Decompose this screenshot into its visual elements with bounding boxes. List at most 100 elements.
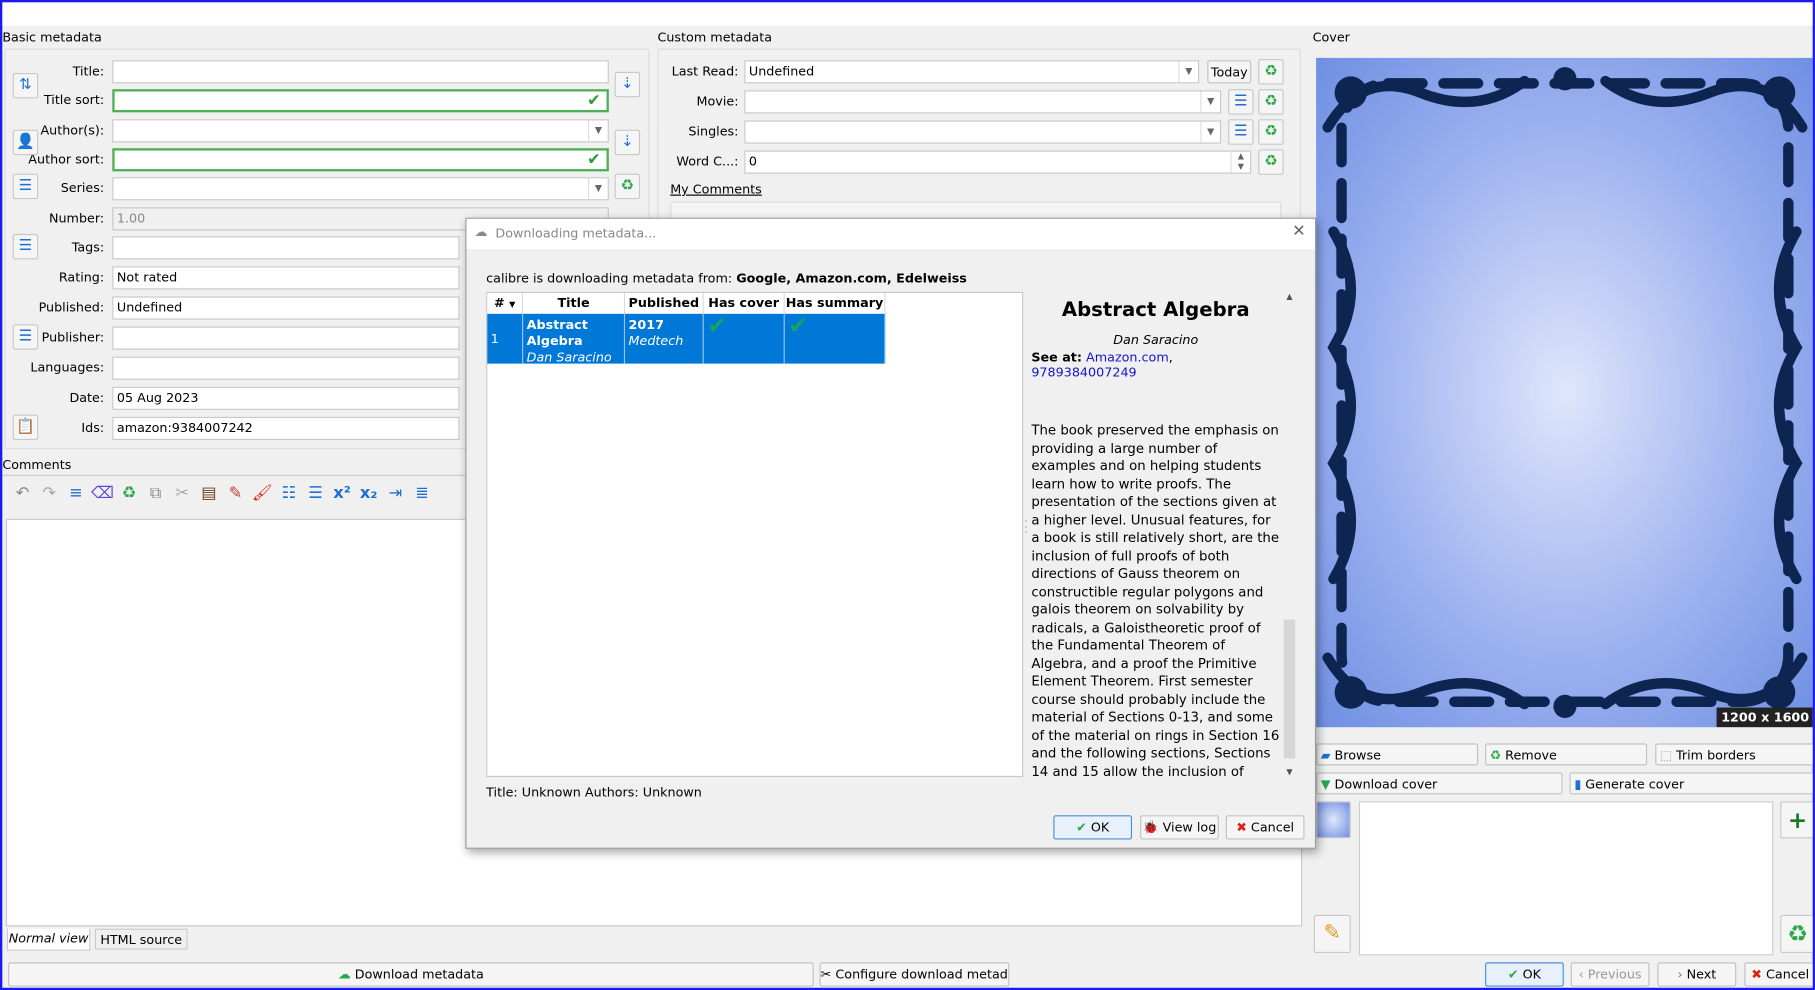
swap-title-author-button[interactable]: ⇅ — [12, 72, 39, 99]
manage-series-button[interactable]: ☰ — [12, 173, 39, 200]
rating-field[interactable]: Not rated — [112, 266, 460, 290]
title-sort-field[interactable]: ✔ — [112, 89, 609, 113]
scroll-down-icon[interactable]: ▼ — [1283, 768, 1297, 777]
tags-field[interactable] — [112, 236, 460, 260]
splitter-handle[interactable]: · · · — [1024, 517, 1027, 539]
clear-singles-button[interactable]: ♻ — [1258, 119, 1284, 145]
manage-tags-button[interactable]: ☰ — [12, 233, 39, 260]
justify-icon[interactable]: ≣ — [409, 484, 436, 503]
redo-icon[interactable]: ↷ — [36, 484, 63, 503]
word-count-spinbox[interactable]: 0 ▲ ▼ — [744, 150, 1252, 174]
recycle-icon: ♻ — [1264, 122, 1278, 141]
column-header-published[interactable]: Published — [625, 292, 704, 314]
ok-button[interactable]: ✔ OK — [1485, 962, 1564, 987]
view-log-button[interactable]: 🐞 View log — [1140, 815, 1219, 840]
recycle-icon[interactable]: ♻ — [116, 484, 143, 503]
date-field[interactable]: 05 Aug 2023 — [112, 386, 460, 410]
author-sort-field[interactable]: ✔ — [112, 148, 609, 172]
authors-field[interactable]: ▼ — [112, 119, 609, 143]
column-header-title[interactable]: Title — [523, 292, 626, 314]
cut-icon[interactable]: ✂ — [169, 484, 196, 503]
singles-field[interactable]: ▼ — [744, 120, 1222, 144]
last-read-value: Undefined — [748, 63, 815, 79]
sort-down-icon: ▼ — [509, 299, 516, 310]
add-format-button[interactable]: + — [1780, 801, 1813, 839]
title-field[interactable] — [112, 60, 609, 84]
row-num: 1 — [487, 313, 524, 364]
cancel-button[interactable]: ✖ Cancel — [1744, 962, 1813, 987]
unordered-list-icon[interactable]: ☰ — [302, 484, 329, 503]
ordered-list-icon[interactable]: ☷ — [275, 484, 302, 503]
tab-html-source[interactable]: HTML source — [94, 928, 188, 950]
check-icon: ✔ — [587, 150, 601, 170]
clear-last-read-button[interactable]: ♻ — [1258, 59, 1284, 85]
superscript-icon[interactable]: x² — [329, 484, 356, 503]
manage-authors-button[interactable]: 👤 — [12, 129, 39, 156]
col-num-label: # — [493, 295, 505, 311]
column-header-num[interactable]: # ▼ — [487, 292, 524, 314]
movie-field[interactable]: ▼ — [744, 90, 1222, 114]
tools-icon: ✂ — [820, 966, 832, 982]
publisher-field[interactable] — [112, 326, 460, 350]
paste-ids-button[interactable]: 📋 — [12, 414, 39, 441]
scroll-thumb[interactable] — [1283, 619, 1296, 759]
languages-field[interactable] — [112, 356, 460, 380]
amazon-link[interactable]: Amazon.com — [1086, 350, 1169, 365]
results-table[interactable]: # ▼ Title Published Has cover Has summar… — [486, 291, 1024, 778]
configure-download-button[interactable]: ✂ Configure download metadata — [819, 962, 1010, 987]
formats-list[interactable] — [1358, 801, 1774, 956]
browse-cover-button[interactable]: ▰ Browse — [1316, 743, 1479, 766]
languages-label: Languages: — [30, 360, 105, 376]
manage-movie-button[interactable]: ☰ — [1228, 89, 1254, 115]
manage-publishers-button[interactable]: ☰ — [12, 324, 39, 350]
edit-button[interactable]: ✎ — [1313, 914, 1351, 954]
remove-format-button[interactable]: ♻ — [1780, 914, 1813, 954]
tab-normal-view[interactable]: Normal view — [6, 928, 91, 951]
last-read-field[interactable]: Undefined ▼ — [744, 60, 1200, 84]
detail-scrollbar[interactable]: ▲ ▼ — [1282, 291, 1297, 778]
dialog-ok-label: OK — [1090, 819, 1110, 835]
indent-icon[interactable]: ⇥ — [382, 484, 409, 503]
list-icon: ☰ — [18, 177, 33, 195]
user-icon: 👤 — [16, 133, 35, 151]
subscript-icon[interactable]: x₂ — [355, 484, 382, 503]
chevron-down-icon: ▼ — [588, 178, 608, 200]
chevron-left-icon: ‹ — [1578, 966, 1584, 982]
remove-cover-button[interactable]: ♻ Remove — [1485, 743, 1648, 766]
paste-icon[interactable]: ▤ — [196, 484, 223, 503]
cover-thumbnail-button[interactable] — [1316, 801, 1351, 839]
undo-icon[interactable]: ↶ — [9, 484, 36, 503]
status-text: Title: Unknown Authors: Unknown — [486, 785, 702, 801]
align-center-icon[interactable]: ≡ — [63, 484, 90, 503]
x-icon: ✖ — [1236, 819, 1247, 835]
previous-button[interactable]: ‹ Previous — [1570, 962, 1650, 987]
clear-series-button[interactable]: ♻ — [614, 173, 641, 200]
clear-word-count-button[interactable]: ♻ — [1258, 149, 1284, 175]
background-color-icon[interactable]: ✎ — [222, 484, 249, 503]
row-publisher: Medtech — [628, 333, 684, 349]
dialog-cancel-button[interactable]: ✖ Cancel — [1225, 815, 1305, 840]
recycle-icon: ♻ — [1787, 919, 1808, 948]
rating-label: Rating: — [58, 269, 105, 285]
series-field[interactable]: ▼ — [112, 177, 609, 201]
today-button[interactable]: Today — [1207, 60, 1252, 84]
cover-image[interactable]: 1200 x 1600 — [1316, 57, 1813, 728]
scroll-up-icon[interactable]: ▲ — [1283, 292, 1297, 301]
download-cover-label: Download cover — [1334, 777, 1438, 793]
clear-movie-button[interactable]: ♻ — [1258, 89, 1284, 115]
generate-cover-button[interactable]: ▮ Generate cover — [1569, 772, 1813, 795]
published-field[interactable]: Undefined — [112, 296, 460, 320]
brush-icon[interactable]: 🖌 — [249, 484, 276, 503]
my-comments-label: My Comments — [670, 181, 762, 197]
copy-icon[interactable]: ⧉ — [142, 484, 169, 503]
ids-field[interactable]: amazon:9384007242 — [112, 416, 460, 441]
dialog-ok-button[interactable]: ✔ OK — [1053, 815, 1133, 840]
isbn-link[interactable]: 9789384007249 — [1031, 365, 1136, 380]
download-cover-button[interactable]: ▼ Download cover — [1316, 772, 1563, 795]
next-button[interactable]: › Next — [1657, 962, 1737, 987]
close-icon[interactable]: ✕ — [1292, 222, 1306, 241]
download-metadata-button[interactable]: ☁ Download metadata — [8, 962, 814, 987]
eraser-icon[interactable]: ⌫ — [89, 484, 116, 503]
manage-singles-button[interactable]: ☰ — [1228, 119, 1254, 145]
trim-borders-button[interactable]: ⬚ Trim borders — [1655, 743, 1813, 766]
